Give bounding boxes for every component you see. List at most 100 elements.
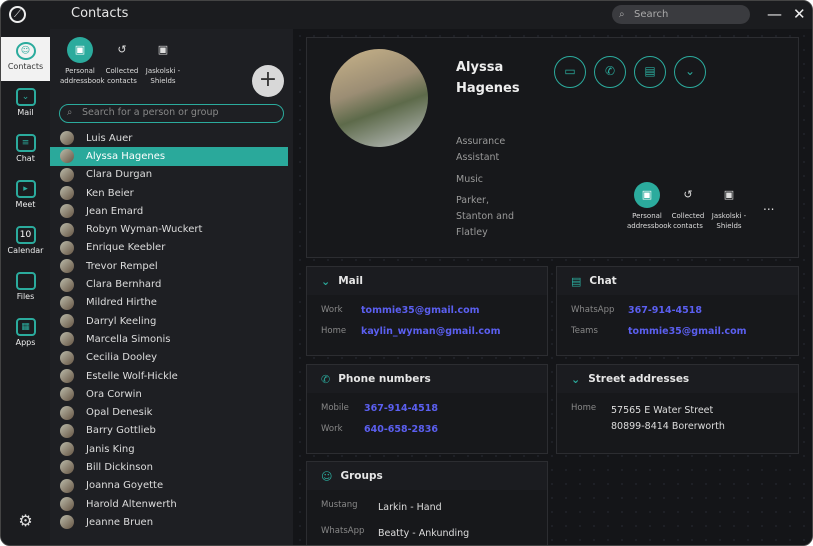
chat-icon: ▤ [571, 274, 582, 288]
contact-name: Cecilia Dooley [86, 352, 158, 364]
contact-search-input[interactable]: ⌕ Search for a person or group [59, 104, 284, 123]
contact-list-item[interactable]: Alyssa Hagenes [50, 147, 288, 166]
avatar [60, 295, 74, 310]
contact-name: Clara Bernhard [86, 279, 162, 291]
chat-button[interactable]: ▤ [634, 56, 666, 88]
contact-name: Trevor Rempel [86, 260, 158, 272]
avatar [60, 497, 74, 512]
contact-list-item[interactable]: Bill Dickinson [50, 458, 288, 476]
avatar [60, 259, 74, 274]
minimize-button[interactable]: — [767, 5, 782, 23]
phone-link[interactable]: 367-914-4518 [364, 403, 438, 414]
rail-files[interactable]: Files [1, 267, 50, 311]
section-title: Chat [589, 275, 617, 287]
contact-list-item[interactable]: Harold Altenwerth [50, 495, 288, 513]
group-name[interactable]: Beatty - Ankunding [378, 526, 469, 542]
contact-list-item[interactable]: Opal Denesik [50, 403, 288, 421]
profile-book-personal[interactable]: ▣ Personal addressbook [627, 182, 672, 231]
contact-list-item[interactable]: Barry Gottlieb [50, 422, 288, 440]
rail-apps[interactable]: ▦ Apps [1, 313, 50, 357]
rail-calendar[interactable]: 10 Calendar [1, 221, 50, 265]
settings-button[interactable]: ⚙ [1, 511, 50, 545]
rail-chat[interactable]: ≡ Chat [1, 129, 50, 173]
contact-list-item[interactable]: Jeanne Bruen [50, 513, 288, 531]
close-button[interactable]: ✕ [793, 5, 806, 23]
contact-list-pane: ▣ Personal addressbook ↺ Collected contact… [50, 29, 341, 545]
avatar [60, 332, 74, 347]
folder-icon [15, 272, 36, 290]
contact-detail: Alyssa Hagenes Assurance Assistant Music… [293, 29, 812, 545]
avatar [60, 240, 74, 255]
contact-list-item[interactable]: Robyn Wyman-Wuckert [50, 220, 288, 238]
address-line: 57565 E Water Street [611, 405, 714, 416]
contact-list-item[interactable]: Mildred Hirthe [50, 294, 288, 312]
add-contact-button[interactable]: + [252, 65, 284, 97]
app-logo-icon: ⟋ [9, 6, 26, 23]
avatar [60, 149, 74, 164]
rail-contacts[interactable]: ☺ Contacts [1, 37, 50, 81]
contact-list-item[interactable]: Trevor Rempel [50, 257, 288, 275]
mail-icon: ⌄ [15, 88, 36, 106]
search-placeholder: Search [634, 9, 669, 20]
video-call-button[interactable]: ▭ [554, 56, 586, 88]
book-label: Jaskolski - Shields [711, 212, 747, 230]
contact-list-item[interactable]: Janis King [50, 440, 288, 458]
contact-list-item[interactable]: Luis Auer [50, 129, 288, 147]
addressbook-icon: ▣ [67, 37, 93, 63]
profile-book-collected[interactable]: ↺ Collected contacts [668, 182, 708, 231]
contact-list-item[interactable]: Joanna Goyette [50, 477, 288, 495]
contact-name: Darryl Keeling [86, 315, 157, 327]
person-icon: ☺ [321, 469, 333, 483]
avatar [60, 515, 74, 530]
contact-list-item[interactable]: Darryl Keeling [50, 312, 288, 330]
email-link[interactable]: kaylin_wyman@gmail.com [361, 326, 501, 337]
rail-label: Calendar [7, 246, 44, 255]
book-jaskolski[interactable]: ▣ Jaskolski - Shields [143, 37, 183, 86]
chat-link[interactable]: tommie35@gmail.com [628, 326, 747, 337]
contact-list-item[interactable]: Clara Durgan [50, 166, 288, 184]
contact-name: Harold Altenwerth [86, 498, 177, 510]
contact-list-item[interactable]: Marcella Simonis [50, 330, 288, 348]
contact-name: Ora Corwin [86, 388, 142, 400]
global-search-input[interactable]: ⌕ Search [612, 5, 750, 24]
contact-list-item[interactable]: Cecilia Dooley [50, 349, 288, 367]
email-link[interactable]: tommie35@gmail.com [361, 305, 480, 316]
contact-name: Jeanne Bruen [86, 516, 154, 528]
rail-label: Meet [15, 200, 36, 209]
job-title: Assurance Assistant [456, 136, 506, 163]
avatar [60, 442, 74, 457]
more-options-button[interactable]: ... [763, 199, 774, 213]
app-window: ⟋ Contacts ⌕ Search — ✕ ☺ Contacts ⌄ Mail ≡… [0, 0, 813, 546]
contact-name: Barry Gottlieb [86, 425, 156, 437]
contact-list-item[interactable]: Ken Beier [50, 184, 288, 202]
contact-list-item[interactable]: Clara Bernhard [50, 275, 288, 293]
field-label: Home [321, 326, 347, 336]
rail-label: Chat [16, 154, 35, 163]
contact-list-item[interactable]: Estelle Wolf-Hickle [50, 367, 288, 385]
mail-button[interactable]: ⌄ [674, 56, 706, 88]
phone-link[interactable]: 640-658-2836 [364, 424, 438, 435]
history-icon: ↺ [117, 43, 127, 56]
call-button[interactable]: ✆ [594, 56, 626, 88]
book-personal[interactable]: ▣ Personal addressbook [60, 37, 105, 86]
avatar [60, 131, 74, 146]
contact-list-item[interactable]: Ora Corwin [50, 385, 288, 403]
rail-meet[interactable]: ▸ Meet [1, 175, 50, 219]
contact-name: Alyssa Hagenes [86, 150, 166, 162]
contact-list-item[interactable]: Jean Emard [50, 202, 288, 220]
chat-link[interactable]: 367-914-4518 [628, 305, 702, 316]
rail-mail[interactable]: ⌄ Mail [1, 83, 50, 127]
contact-list-item[interactable]: Enrique Keebler [50, 239, 288, 257]
profile-card: Alyssa Hagenes Assurance Assistant Music… [306, 37, 799, 258]
avatar [60, 405, 74, 420]
addressbook-icon: ▣ [157, 43, 169, 56]
book-collected[interactable]: ↺ Collected contacts [102, 37, 142, 86]
contact-name: Clara Durgan [86, 169, 153, 181]
avatar [60, 186, 74, 201]
avatar [60, 387, 74, 402]
mail-icon: ⌄ [684, 64, 696, 78]
contact-name: Luis Auer [86, 132, 133, 144]
profile-book-jaskolski[interactable]: ▣ Jaskolski - Shields [709, 182, 749, 231]
section-title: Street addresses [588, 373, 690, 385]
group-name[interactable]: Larkin - Hand [378, 500, 442, 516]
